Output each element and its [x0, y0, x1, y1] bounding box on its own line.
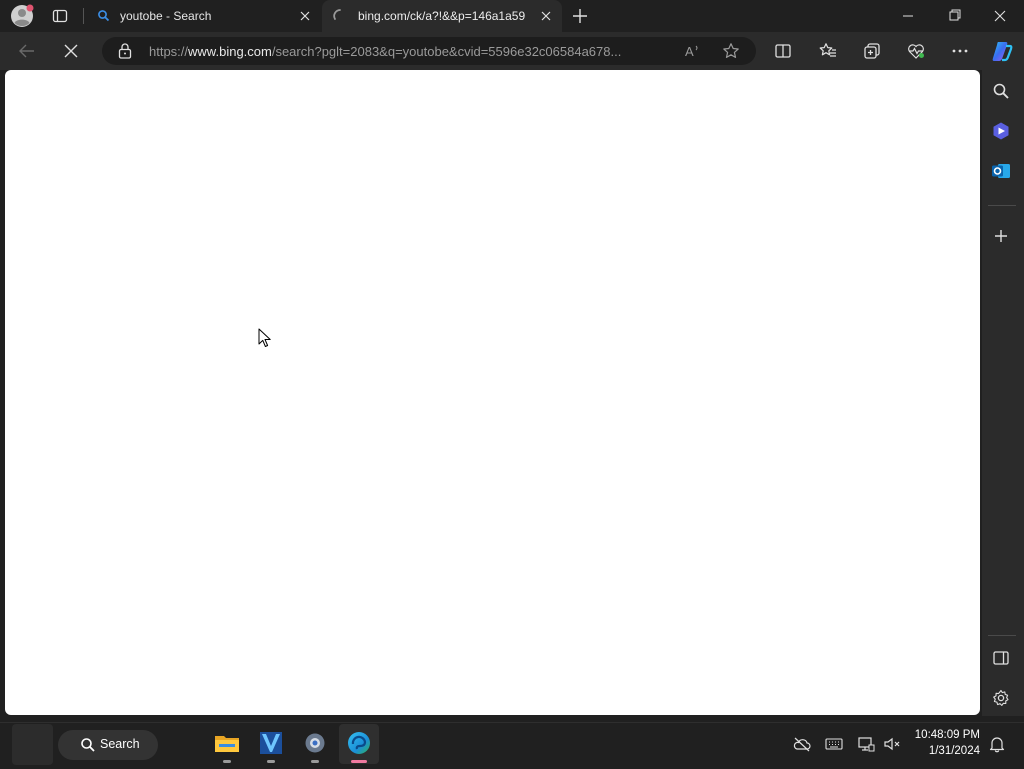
clock-date[interactable]: 1/31/2024	[900, 745, 980, 757]
url-host: www.bing.com	[188, 44, 272, 59]
taskbar-search-label: Search	[100, 737, 140, 751]
read-aloud-letter: A	[685, 44, 694, 59]
restore-icon[interactable]	[942, 6, 966, 26]
profile-avatar[interactable]	[10, 4, 34, 28]
browser-essentials-icon[interactable]	[906, 41, 926, 61]
tab-bing-redirect[interactable]: bing.com/ck/a?!&&p=146a1a59	[322, 0, 562, 32]
url-text[interactable]: https://www.bing.com/search?pglt=2083&q=…	[149, 44, 669, 59]
read-aloud-icon[interactable]: A	[682, 41, 702, 61]
active-indicator	[351, 760, 367, 763]
sidebar-divider	[988, 635, 1016, 636]
split-screen-icon[interactable]	[773, 41, 793, 61]
web-content-area[interactable]	[5, 70, 980, 715]
more-options-icon[interactable]	[950, 41, 970, 61]
hide-sidebar-icon[interactable]	[991, 648, 1011, 668]
url-path: /search?pglt=2083&q=youtobe&cvid=5596e32…	[271, 44, 622, 59]
sidebar-divider	[988, 205, 1016, 206]
running-indicator	[267, 760, 275, 763]
tab-title: youtobe - Search	[120, 9, 212, 23]
sidebar-outlook-icon[interactable]	[991, 161, 1011, 181]
new-tab-icon[interactable]	[570, 6, 590, 26]
start-button[interactable]	[12, 724, 53, 765]
stop-loading-icon[interactable]	[61, 41, 81, 61]
settings-icon[interactable]	[301, 730, 329, 756]
tab-actions-icon[interactable]	[50, 6, 70, 26]
onedrive-offline-icon[interactable]	[793, 736, 811, 752]
keyboard-icon[interactable]	[825, 736, 843, 752]
file-explorer-icon[interactable]	[213, 730, 241, 756]
tab-title: bing.com/ck/a?!&&p=146a1a59	[358, 9, 526, 23]
close-tab-icon[interactable]	[297, 8, 313, 24]
loading-spinner-icon	[332, 8, 348, 24]
close-window-icon[interactable]	[988, 6, 1012, 26]
sidebar-games-icon[interactable]	[991, 121, 1011, 141]
taskbar-search-icon	[80, 737, 96, 753]
url-scheme: https://	[149, 44, 189, 59]
collections-icon[interactable]	[862, 41, 882, 61]
sidebar-add-icon[interactable]	[991, 226, 1011, 246]
minimize-icon[interactable]	[896, 6, 920, 26]
clock-time[interactable]: 10:48:09 PM	[900, 729, 980, 741]
edge-icon[interactable]	[345, 730, 373, 756]
app-icon[interactable]	[257, 730, 285, 756]
tab-youtobe-search[interactable]: youtobe - Search	[88, 0, 321, 32]
favorite-star-icon[interactable]	[721, 41, 741, 61]
running-indicator	[223, 760, 231, 763]
notifications-bell-icon[interactable]	[988, 735, 1006, 753]
search-icon	[96, 8, 112, 24]
close-tab-icon[interactable]	[538, 8, 554, 24]
mouse-cursor-icon	[258, 328, 272, 348]
running-indicator	[311, 760, 319, 763]
network-icon[interactable]	[857, 736, 875, 752]
sidebar-settings-icon[interactable]	[991, 688, 1011, 708]
favorites-icon[interactable]	[818, 41, 838, 61]
volume-muted-icon[interactable]	[883, 736, 901, 752]
tab-divider	[83, 8, 84, 24]
copilot-icon[interactable]	[989, 38, 1015, 64]
back-icon[interactable]	[16, 41, 38, 61]
lock-icon[interactable]	[117, 42, 133, 60]
sidebar-search-icon[interactable]	[991, 81, 1011, 101]
